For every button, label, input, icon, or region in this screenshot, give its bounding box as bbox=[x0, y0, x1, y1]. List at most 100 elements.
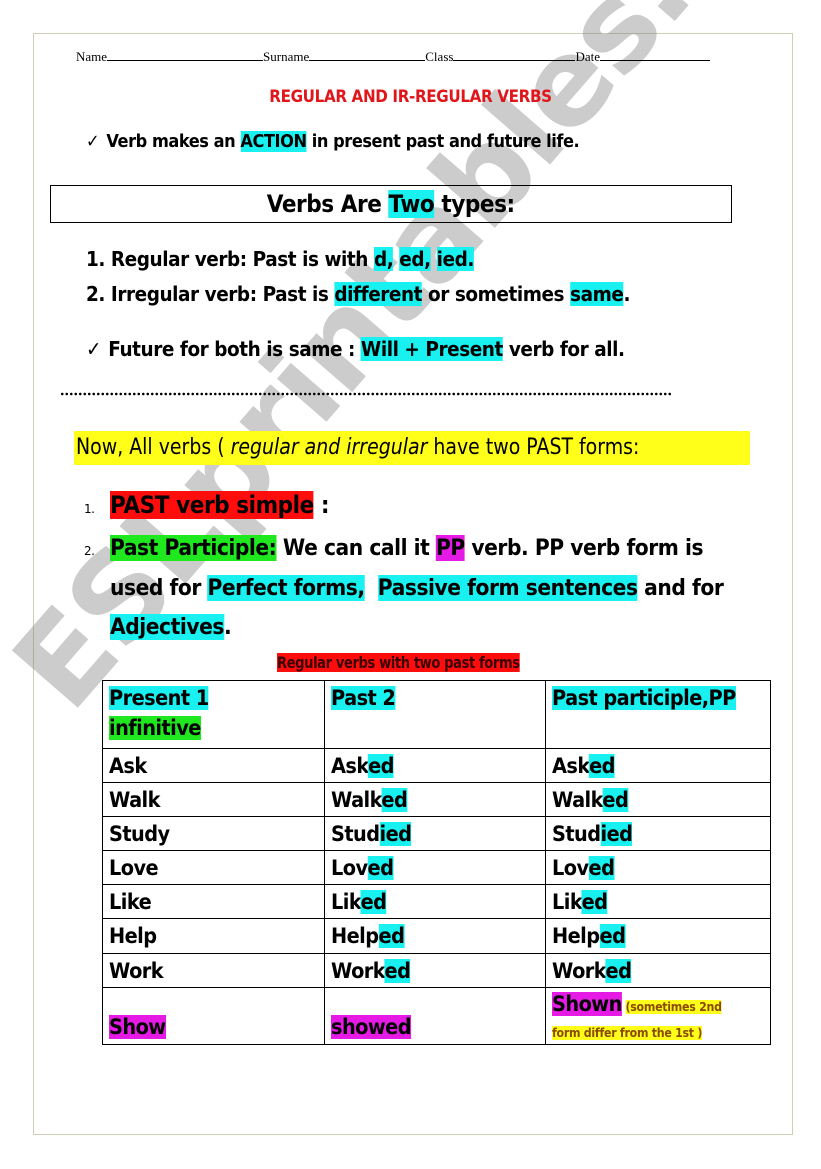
pp-suffix: ed bbox=[605, 959, 632, 983]
table-row: Like Liked Liked bbox=[102, 884, 771, 919]
name-field[interactable] bbox=[107, 48, 264, 61]
will-present-highlight: Will + Present bbox=[360, 337, 503, 361]
note-line2: form differ from the 1st ) bbox=[552, 1026, 703, 1040]
date-field[interactable] bbox=[599, 48, 710, 61]
name-label: Name bbox=[76, 49, 108, 64]
types-heading-box: Verbs Are Two types: bbox=[50, 185, 732, 223]
table-row: Work Worked Worked bbox=[102, 953, 771, 988]
perfect-forms-highlight: Perfect forms, bbox=[207, 575, 365, 601]
pp-highlight: PP bbox=[435, 535, 465, 561]
past-simple-label: PAST verb simple bbox=[110, 491, 314, 519]
shown-verb: Shown bbox=[552, 992, 622, 1016]
past-stem: Help bbox=[330, 924, 379, 948]
surname-field[interactable] bbox=[309, 48, 426, 61]
now-line-italic: regular and irregular bbox=[230, 435, 428, 460]
irregular-rule-text: Irregular verb: Past is bbox=[104, 282, 335, 306]
types-heading: Verbs Are Two types: bbox=[267, 186, 515, 222]
list-number: 2. bbox=[84, 544, 95, 558]
regular-verb-rule: 1. Regular verb: Past is with d, ed, ied… bbox=[86, 245, 474, 273]
present-verb: Ask bbox=[109, 754, 147, 778]
pp-cell: Worked bbox=[545, 953, 771, 988]
past-cell: Worked bbox=[323, 953, 547, 988]
student-info-header: Name Surname Class Date bbox=[76, 48, 746, 65]
header-past-text: Past 2 bbox=[330, 686, 395, 710]
past-stem: Lik bbox=[330, 890, 361, 914]
types-heading-end: types: bbox=[434, 190, 516, 218]
table-row: Love Loved Loved bbox=[102, 850, 771, 885]
past-cell: Loved bbox=[323, 850, 547, 885]
present-verb: Work bbox=[109, 959, 164, 983]
past-suffix: ed bbox=[360, 890, 387, 914]
past-suffix: ed bbox=[367, 856, 393, 880]
pp-suffix: ed bbox=[599, 924, 626, 948]
table-header-row: Present 1 infinitive Past 2 Past particip… bbox=[102, 680, 771, 749]
past-cell: Asked bbox=[323, 748, 547, 783]
pp-suffix: ed bbox=[581, 890, 608, 914]
past-stem: Lov bbox=[330, 856, 368, 880]
pp-suffix: ed bbox=[588, 856, 615, 880]
table-row: Walk Walked Walked bbox=[102, 782, 771, 817]
pp-cell: Liked bbox=[545, 884, 771, 919]
surname-label: Surname bbox=[263, 49, 310, 64]
show-verb: Show bbox=[109, 1015, 166, 1039]
future-text-end: verb for all. bbox=[502, 337, 625, 361]
present-verb: Like bbox=[109, 890, 152, 914]
past-suffix: ied bbox=[379, 822, 412, 846]
list-number: 1. bbox=[84, 502, 95, 516]
present-verb: Help bbox=[109, 924, 157, 948]
table-row: Help Helped Helped bbox=[102, 918, 771, 954]
pp-stem: Ask bbox=[552, 754, 590, 778]
future-text: Future for both is same : bbox=[108, 337, 361, 361]
past-cell: Helped bbox=[323, 918, 547, 954]
pp-usage-text: used for bbox=[110, 575, 208, 601]
pp-stem: Lov bbox=[552, 856, 589, 880]
past-stem: Ask bbox=[330, 754, 369, 778]
list-number: 2. bbox=[86, 282, 105, 306]
header-present-line1: Present 1 bbox=[109, 686, 209, 710]
form-past-simple: 1. PAST verb simple : bbox=[84, 488, 353, 526]
irregular-verb-rule: 2. Irregular verb: Past is different or … bbox=[86, 280, 630, 308]
suffix-ied-highlight: ied. bbox=[436, 247, 474, 271]
header-pp-text: Past participle,PP bbox=[552, 686, 736, 710]
past-suffix: ed bbox=[378, 924, 404, 948]
present-verb: Study bbox=[109, 822, 170, 846]
pp-cell: Asked bbox=[545, 748, 771, 783]
pp-suffix: ed bbox=[589, 754, 616, 778]
now-line-text: Now, All verbs ( bbox=[76, 435, 231, 460]
past-stem: Work bbox=[330, 959, 385, 983]
dotted-separator bbox=[60, 392, 672, 396]
regular-rule-text: Regular verb: Past is with bbox=[104, 247, 374, 271]
class-field[interactable] bbox=[453, 48, 576, 61]
pp-stem: Lik bbox=[552, 890, 582, 914]
suffix-ed-highlight: ed, bbox=[399, 247, 431, 271]
pp-cell: Shown (sometimes 2nd form differ from the … bbox=[545, 987, 771, 1045]
pp-adjectives-line: Adjectives. bbox=[110, 610, 232, 644]
header-present: Present 1 infinitive bbox=[102, 680, 325, 749]
pp-suffix: ied bbox=[600, 822, 633, 846]
period: . bbox=[223, 614, 232, 640]
different-highlight: different bbox=[334, 282, 423, 306]
same-highlight: same bbox=[570, 282, 624, 306]
header-past-participle: Past participle,PP bbox=[545, 680, 771, 749]
past-cell: Studied bbox=[323, 816, 547, 851]
present-cell: Like bbox=[102, 884, 325, 919]
table-row: Ask Asked Asked bbox=[102, 748, 771, 783]
past-simple-colon: : bbox=[313, 491, 330, 519]
suffix-d-highlight: d, bbox=[373, 247, 394, 271]
present-cell: Work bbox=[102, 953, 325, 988]
intro-text: Verb makes an bbox=[106, 131, 241, 152]
note-line1: (sometimes 2nd bbox=[625, 1000, 722, 1014]
present-cell: Walk bbox=[102, 782, 325, 817]
table-row: Study Studied Studied bbox=[102, 816, 771, 851]
present-cell: Help bbox=[102, 918, 325, 954]
checkmark-icon: ✓ bbox=[86, 337, 102, 361]
pp-cell: Loved bbox=[545, 850, 771, 885]
passive-form-highlight: Passive form sentences bbox=[377, 575, 638, 601]
pp-stem: Walk bbox=[552, 788, 603, 812]
date-label: Date bbox=[575, 49, 600, 64]
pp-cell: Helped bbox=[545, 918, 771, 954]
present-verb: Walk bbox=[109, 788, 160, 812]
pp-cell: Studied bbox=[545, 816, 771, 851]
irregular-rule-end: . bbox=[623, 282, 631, 306]
present-cell: Study bbox=[102, 816, 325, 851]
